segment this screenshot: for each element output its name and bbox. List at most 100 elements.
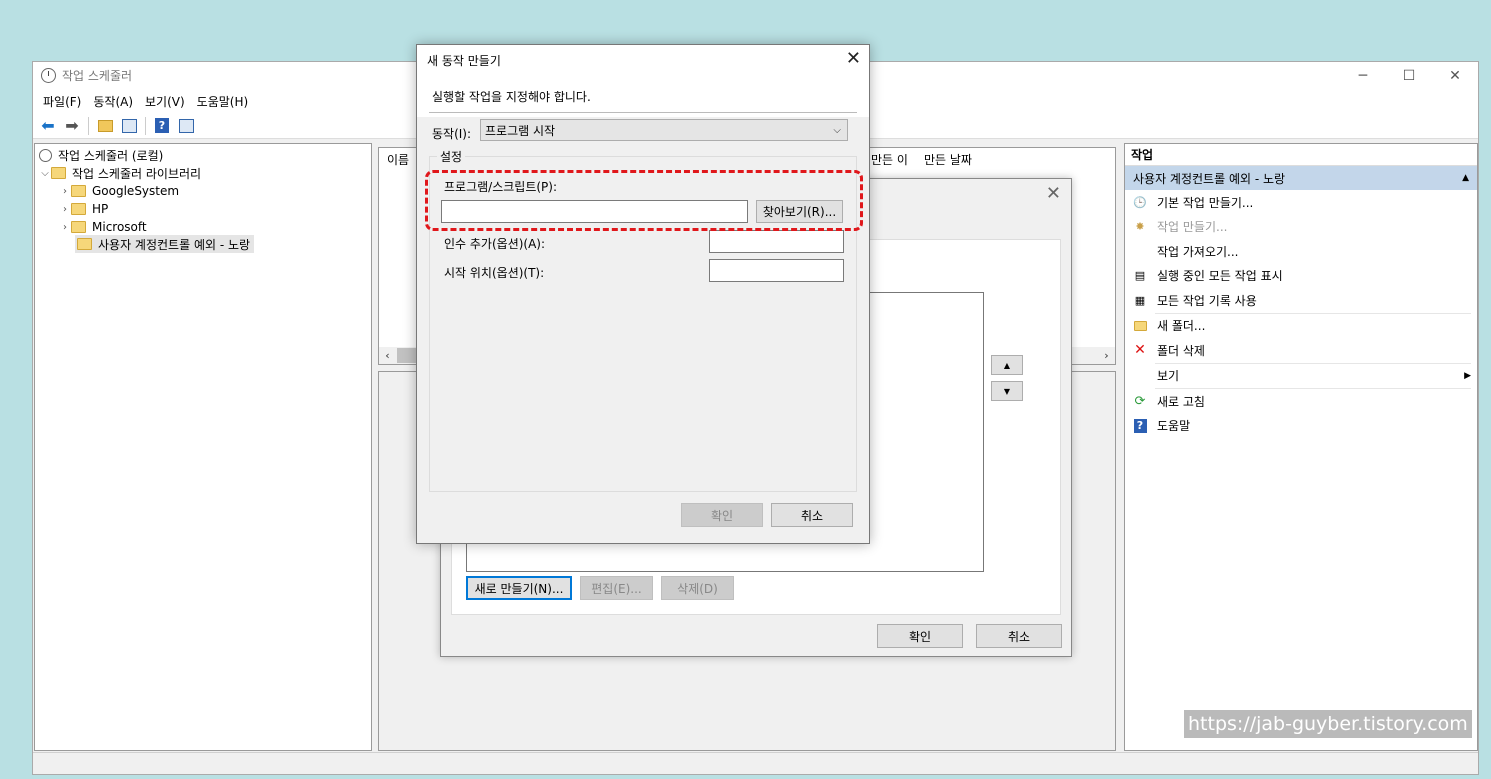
window-title: 작업 스케줄러 [62,69,133,83]
tree-item-root[interactable]: 작업 스케줄러 (로컬) [39,146,163,164]
menu-help[interactable]: 도움말(H) [191,93,255,110]
action-label: 보기 [1157,369,1180,384]
close-icon[interactable]: ✕ [846,48,861,69]
action-create-task[interactable]: ✸ 작업 만들기... [1125,215,1477,240]
watermark: https://jab-guyber.tistory.com [1184,710,1472,738]
action-new-folder[interactable]: 새 폴더... [1125,314,1477,339]
running-tasks-icon: ▤ [1134,269,1146,283]
highlight-annotation [425,170,863,231]
new-action-button[interactable]: 새로 만들기(N)... [466,576,572,600]
basic-task-icon: 🕒 [1133,195,1147,209]
action-create-basic-task[interactable]: 🕒 기본 작업 만들기... [1125,190,1477,215]
show-hide-tree-button[interactable] [119,117,139,135]
action-refresh[interactable]: ⟳ 새로 고침 [1125,389,1477,414]
tree-item-label: GoogleSystem [92,184,180,198]
collapsed-chevron-icon[interactable]: › [59,186,71,197]
action-delete-folder[interactable]: ✕ 폴더 삭제 [1125,338,1477,363]
ok-button[interactable]: 확인 [681,503,763,527]
delete-action-button[interactable]: 삭제(D) [661,576,734,600]
help-button[interactable]: ? [152,117,172,135]
action-label: 기본 작업 만들기... [1157,195,1254,210]
import-icon [1133,244,1147,258]
help-square: ? [1133,418,1147,433]
actions-section-label: 사용자 계정컨트롤 예외 - 노랑 [1133,171,1286,186]
column-header-author[interactable]: 만든 이 [871,148,908,170]
view-icon [1133,369,1147,383]
action-label: 작업 가져오기... [1157,244,1239,259]
tree-item-label: HP [92,202,109,216]
folder-icon [1133,320,1147,331]
expand-chevron-icon[interactable]: ⌵ [39,168,51,179]
cancel-button[interactable]: 취소 [976,624,1062,648]
close-button[interactable]: ✕ [1432,62,1478,89]
collapse-caret-icon[interactable]: ▲ [1462,173,1469,183]
chevron-down-icon: ⌵ [833,124,841,136]
column-header-name[interactable]: 이름 [387,148,409,170]
action-label: 폴더 삭제 [1157,343,1205,358]
edit-action-button[interactable]: 편집(E)... [580,576,653,600]
action-select[interactable]: 프로그램 시작 ⌵ [480,119,848,141]
toolbar-separator [88,116,89,135]
actions-pane: 작업 사용자 계정컨트롤 예외 - 노랑 ▲ 🕒 기본 작업 만들기... ✸ … [1124,143,1478,751]
ok-button[interactable]: 확인 [877,624,963,648]
menu-view[interactable]: 보기(V) [139,93,191,110]
tree-item-microsoft[interactable]: › Microsoft [59,218,147,236]
dialog-title-bar: 새 동작 만들기 ✕ [417,45,869,75]
action-display-running[interactable]: ▤ 실행 중인 모든 작업 표시 [1125,264,1477,289]
args-input[interactable] [709,230,844,253]
actions-section-header[interactable]: 사용자 계정컨트롤 예외 - 노랑 ▲ [1125,166,1477,190]
close-icon[interactable]: ✕ [1046,183,1061,204]
menu-file[interactable]: 파일(F) [37,93,87,110]
folder-icon [71,203,86,215]
folder-up-icon [97,119,113,132]
dialog-title: 새 동작 만들기 [427,53,501,68]
help-icon: ? [1133,418,1147,433]
maximize-button[interactable]: ☐ [1386,62,1432,89]
action-label: 도움말 [1157,419,1191,434]
new-action-dialog: 새 동작 만들기 ✕ 실행할 작업을 지정해야 합니다. 동작(I): 프로그램… [416,44,870,544]
scroll-left-icon[interactable]: ‹ [379,347,396,364]
start-in-input[interactable] [709,259,844,282]
tree-item-hp[interactable]: › HP [59,200,108,218]
collapsed-chevron-icon[interactable]: › [59,222,71,233]
collapsed-chevron-icon[interactable]: › [59,204,71,215]
folder-clock-icon [51,167,66,179]
help-icon: ? [155,118,169,133]
minimize-button[interactable]: ─ [1340,62,1386,89]
move-down-button[interactable]: ▼ [991,381,1023,401]
menu-action[interactable]: 동작(A) [87,93,139,110]
tree-item-library[interactable]: ⌵ 작업 스케줄러 라이브러리 [39,164,201,182]
column-header-created[interactable]: 만든 날짜 [924,148,972,170]
action-view[interactable]: 보기 ▶ [1125,364,1477,389]
scroll-thumb[interactable] [397,348,417,363]
move-up-button[interactable]: ▲ [991,355,1023,375]
folder-icon [71,221,86,233]
args-label: 인수 추가(옵션)(A): [444,237,546,251]
start-in-label: 시작 위치(옵션)(T): [444,266,545,280]
console-tree-icon [121,118,137,133]
action-pane-icon [178,118,194,133]
action-label: 모든 작업 기록 사용 [1157,293,1257,308]
status-bar [33,752,1478,774]
action-import-task[interactable]: 작업 가져오기... [1125,239,1477,264]
tree-item-googlesystem[interactable]: › GoogleSystem [59,182,179,200]
folder-icon [77,238,92,250]
clock-icon [41,68,56,83]
cancel-button[interactable]: 취소 [771,503,853,527]
actions-header: 작업 [1125,144,1477,166]
window-controls: ─ ☐ ✕ [1340,62,1478,89]
console-tree: 작업 스케줄러 (로컬) ⌵ 작업 스케줄러 라이브러리 › GoogleSys… [34,143,372,751]
tree-item-label: 사용자 계정컨트롤 예외 - 노랑 [98,237,251,252]
up-folder-button[interactable] [95,117,115,135]
action-enable-history[interactable]: ▦ 모든 작업 기록 사용 [1125,288,1477,313]
delete-x-icon: ✕ [1134,342,1146,359]
back-arrow-icon[interactable]: ⬅ [38,116,58,135]
new-folder-icon [1133,319,1147,333]
tree-item-uac-exception[interactable]: 사용자 계정컨트롤 예외 - 노랑 [75,235,255,253]
forward-arrow-icon[interactable]: ➡ [62,116,82,135]
folder-icon [71,185,86,197]
action-pane-toggle-button[interactable] [176,117,196,135]
action-help[interactable]: ? 도움말 [1125,414,1477,439]
scroll-right-icon[interactable]: › [1098,347,1115,364]
divider [429,112,857,113]
